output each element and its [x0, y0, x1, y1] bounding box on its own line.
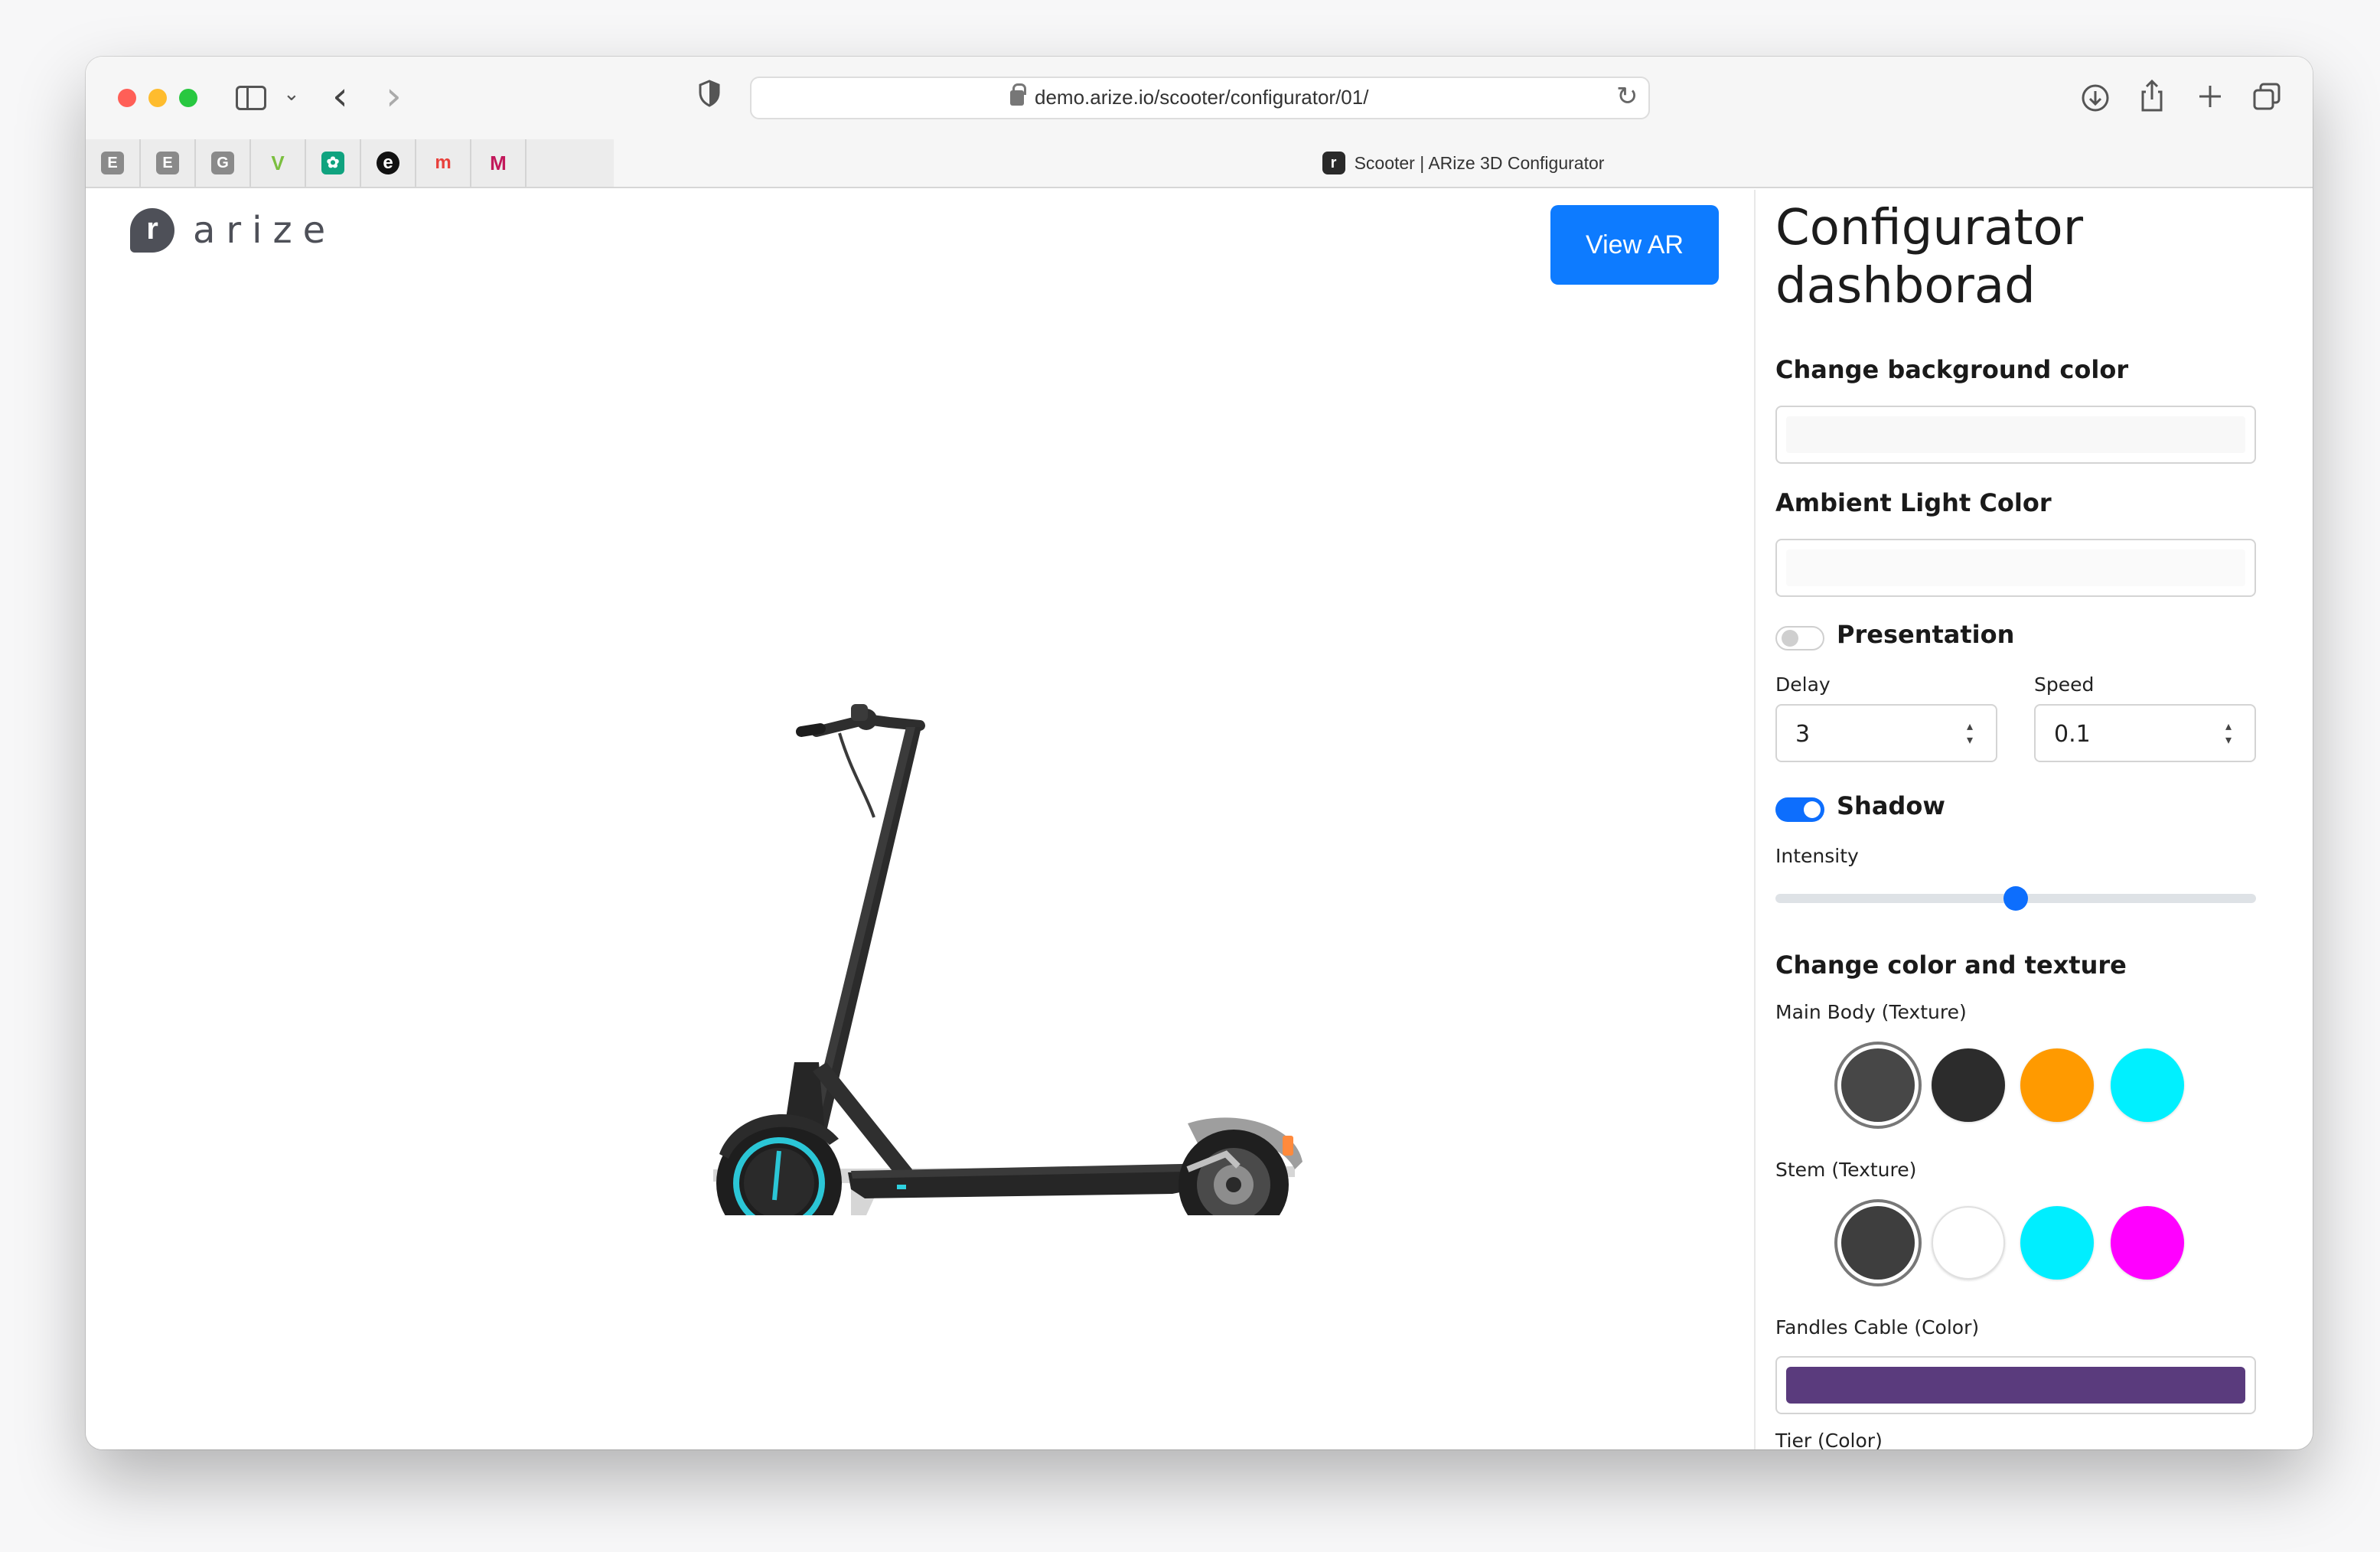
pinned-tab[interactable]: E — [141, 139, 196, 187]
sidebar-icon[interactable] — [236, 86, 266, 110]
pinned-tab-icon: E — [156, 152, 179, 174]
handles-cable-color-input[interactable] — [1775, 1356, 2256, 1414]
pinned-tab-icon: e — [377, 152, 399, 174]
minimize-window-button[interactable] — [148, 89, 167, 107]
stem-swatch[interactable] — [1932, 1206, 2005, 1280]
download-icon[interactable] — [2080, 83, 2111, 113]
pinned-tab[interactable]: E — [86, 139, 141, 187]
pinned-tab-icon: ✿ — [321, 152, 344, 174]
delay-label: Delay — [1775, 673, 1831, 696]
main-body-swatch[interactable] — [1841, 1048, 1915, 1122]
tab-bar: E E G V ✿ e m M r Scooter | ARize 3D Con… — [86, 139, 2313, 188]
delay-value: 3 — [1795, 721, 1811, 748]
pinned-tab[interactable]: G — [196, 139, 251, 187]
url-text[interactable]: demo.arize.io/scooter/configurator/01/ — [1035, 86, 1368, 109]
pinned-tab[interactable]: m — [416, 139, 471, 187]
arize-logo-mark: r — [130, 208, 174, 253]
pinned-tab-icon: G — [211, 152, 234, 174]
pinned-tab[interactable]: V — [251, 139, 306, 187]
chevron-down-icon[interactable]: ⌄ — [283, 83, 300, 106]
active-tab[interactable]: r Scooter | ARize 3D Configurator — [614, 139, 2313, 187]
toggle-knob — [1804, 801, 1821, 818]
close-window-button[interactable] — [118, 89, 136, 107]
tab-overview-icon[interactable] — [2251, 81, 2282, 112]
pinned-tab-icon: V — [271, 152, 285, 174]
bg-color-input[interactable] — [1775, 406, 2256, 464]
browser-toolbar: ⌄ ‹ › demo.arize.io/scooter/configurator… — [86, 57, 2313, 139]
toggle-knob — [1782, 630, 1798, 647]
pinned-tab[interactable]: ✿ — [306, 139, 361, 187]
shadow-toggle[interactable] — [1775, 797, 1824, 822]
pinned-tab-icon: E — [101, 152, 124, 174]
view-ar-button[interactable]: View AR — [1550, 205, 1719, 285]
pinned-tab[interactable]: M — [471, 139, 527, 187]
shield-icon[interactable] — [698, 80, 721, 107]
bg-color-preview — [1786, 416, 2245, 453]
main-body-label: Main Body (Texture) — [1775, 1001, 1967, 1023]
bg-color-heading: Change background color — [1775, 355, 2129, 384]
lock-icon — [1010, 83, 1026, 106]
stem-swatch[interactable] — [2111, 1206, 2184, 1280]
stem-label: Stem (Texture) — [1775, 1159, 1917, 1181]
speed-value: 0.1 — [2054, 721, 2091, 748]
page-content: r arize View AR Configurator dashborad C… — [86, 190, 2313, 1449]
presentation-toggle[interactable] — [1775, 626, 1824, 650]
stem-swatch[interactable] — [1841, 1206, 1915, 1280]
pinned-tab-icon: M — [490, 152, 507, 174]
arize-logo-text: arize — [193, 209, 337, 252]
reload-icon[interactable]: ↻ — [1616, 81, 1638, 112]
main-body-swatch[interactable] — [1932, 1048, 2005, 1122]
presentation-label: Presentation — [1837, 620, 2015, 649]
back-icon[interactable]: ‹ — [332, 73, 348, 119]
scooter-model[interactable] — [621, 527, 1310, 1215]
3d-viewer[interactable]: r arize View AR — [86, 190, 1754, 1449]
browser-window: ⌄ ‹ › demo.arize.io/scooter/configurator… — [86, 57, 2313, 1449]
speed-input[interactable]: 0.1 ▴ ▾ — [2034, 704, 2256, 762]
pinned-tab-icon: m — [435, 152, 452, 173]
handles-cable-color-preview — [1786, 1367, 2245, 1404]
ambient-light-preview — [1786, 549, 2245, 586]
speed-label: Speed — [2034, 673, 2095, 696]
ambient-light-input[interactable] — [1775, 539, 2256, 597]
main-body-swatch[interactable] — [2111, 1048, 2184, 1122]
tab-title: Scooter | ARize 3D Configurator — [1354, 152, 1605, 173]
tab-favicon-icon: r — [1322, 152, 1345, 174]
handles-cable-label: Fandles Cable (Color) — [1775, 1316, 1980, 1338]
ambient-light-heading: Ambient Light Color — [1775, 488, 2052, 517]
intensity-slider-thumb[interactable] — [2003, 886, 2028, 911]
main-body-swatch[interactable] — [2020, 1048, 2094, 1122]
stem-swatch[interactable] — [2020, 1206, 2094, 1280]
arize-logo[interactable]: r arize — [130, 208, 336, 253]
zoom-window-button[interactable] — [179, 89, 197, 107]
tier-color-label: Tier (Color) — [1775, 1430, 1883, 1449]
forward-icon[interactable]: › — [386, 73, 402, 119]
pinned-tab[interactable]: e — [361, 139, 416, 187]
share-icon[interactable] — [2137, 78, 2167, 113]
delay-input[interactable]: 3 ▴ ▾ — [1775, 704, 1997, 762]
stepper-icon[interactable]: ▴ ▾ — [2222, 719, 2235, 747]
new-tab-icon[interactable] — [2196, 83, 2224, 110]
stepper-icon[interactable]: ▴ ▾ — [1964, 719, 1976, 747]
configurator-dashboard: Configurator dashborad Change background… — [1756, 190, 2313, 1449]
color-texture-heading: Change color and texture — [1775, 950, 2127, 980]
shadow-label: Shadow — [1837, 791, 1945, 820]
dashboard-title: Configurator dashborad — [1775, 200, 2083, 315]
intensity-label: Intensity — [1775, 845, 1859, 867]
